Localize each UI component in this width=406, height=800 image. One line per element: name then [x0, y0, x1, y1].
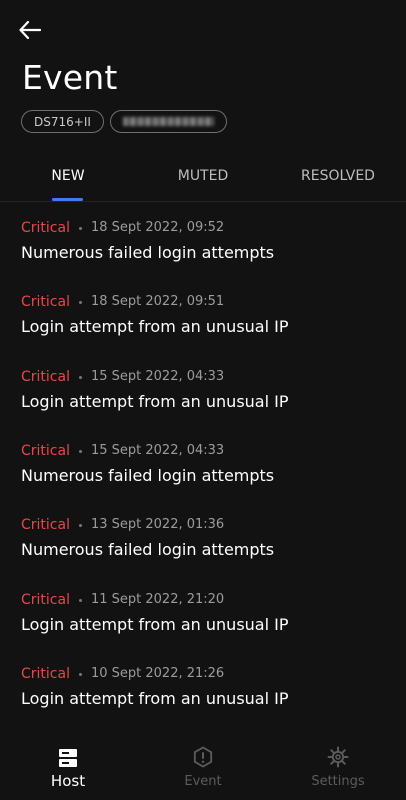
event-title: Login attempt from an unusual IP: [21, 689, 289, 708]
event-time: 13 Sept 2022, 01:36: [90, 517, 225, 532]
severity-label: Critical: [21, 369, 70, 385]
event-time: 11 Sept 2022, 21:20: [90, 592, 225, 607]
tab-resolved[interactable]: RESOLVED: [298, 160, 378, 202]
device-chip[interactable]: DS716+II: [21, 110, 104, 133]
event-row[interactable]: Critical 15 Sept 2022, 04:33 Login attemp…: [0, 367, 406, 427]
tab-muted[interactable]: MUTED: [167, 160, 239, 202]
event-time: 18 Sept 2022, 09:51: [90, 294, 225, 309]
event-screen: Event DS716+II NEW MUTED RESOLVED Critic…: [0, 0, 406, 800]
server-icon: [59, 749, 77, 767]
separator-dot: [78, 300, 82, 304]
active-tab-indicator: [52, 198, 83, 201]
event-time: 18 Sept 2022, 09:52: [90, 220, 225, 235]
event-title: Login attempt from an unusual IP: [21, 392, 289, 411]
redacted-text: [122, 117, 214, 126]
separator-dot: [78, 672, 82, 676]
severity-label: Critical: [21, 443, 70, 459]
event-title: Login attempt from an unusual IP: [21, 317, 289, 336]
nav-settings[interactable]: Settings: [288, 742, 388, 800]
tab-bar: NEW MUTED RESOLVED: [0, 160, 406, 202]
severity-label: Critical: [21, 220, 70, 236]
nav-event-label: Event: [184, 774, 222, 789]
nav-host-label: Host: [50, 772, 86, 790]
event-row[interactable]: Critical 18 Sept 2022, 09:51 Login attemp…: [0, 292, 406, 352]
separator-dot: [78, 523, 82, 527]
nav-settings-label: Settings: [311, 774, 365, 789]
alert-icon: [193, 746, 213, 768]
severity-label: Critical: [21, 592, 70, 608]
event-title: Login attempt from an unusual IP: [21, 615, 289, 634]
arrow-left-icon: [19, 21, 41, 39]
event-time: 15 Sept 2022, 04:33: [90, 443, 225, 458]
event-row[interactable]: Critical 18 Sept 2022, 09:52 Numerous fai…: [0, 218, 406, 278]
bottom-navigation: Host Event Settings: [0, 742, 406, 800]
event-row[interactable]: Critical 11 Sept 2022, 21:20 Login attemp…: [0, 590, 406, 650]
masked-address-chip[interactable]: [109, 110, 227, 133]
severity-label: Critical: [21, 294, 70, 310]
event-time: 15 Sept 2022, 04:33: [90, 369, 225, 384]
separator-dot: [78, 598, 82, 602]
severity-label: Critical: [21, 666, 70, 682]
event-row[interactable]: Critical 15 Sept 2022, 04:33 Numerous fai…: [0, 441, 406, 501]
nav-event[interactable]: Event: [153, 742, 253, 800]
separator-dot: [78, 449, 82, 453]
back-button[interactable]: [18, 18, 42, 42]
event-title: Numerous failed login attempts: [21, 243, 275, 262]
nav-host[interactable]: Host: [18, 742, 118, 800]
event-row[interactable]: Critical 13 Sept 2022, 01:36 Numerous fai…: [0, 515, 406, 575]
gear-icon: [327, 746, 349, 768]
page-title: Event: [22, 58, 118, 97]
event-row[interactable]: Critical 10 Sept 2022, 21:26 Login attemp…: [0, 664, 406, 724]
event-time: 10 Sept 2022, 21:26: [90, 666, 225, 681]
device-chips: DS716+II: [21, 110, 227, 133]
separator-dot: [78, 226, 82, 230]
severity-label: Critical: [21, 517, 70, 533]
event-title: Numerous failed login attempts: [21, 540, 275, 559]
tab-new[interactable]: NEW: [36, 160, 100, 202]
event-title: Numerous failed login attempts: [21, 466, 275, 485]
separator-dot: [78, 375, 82, 379]
